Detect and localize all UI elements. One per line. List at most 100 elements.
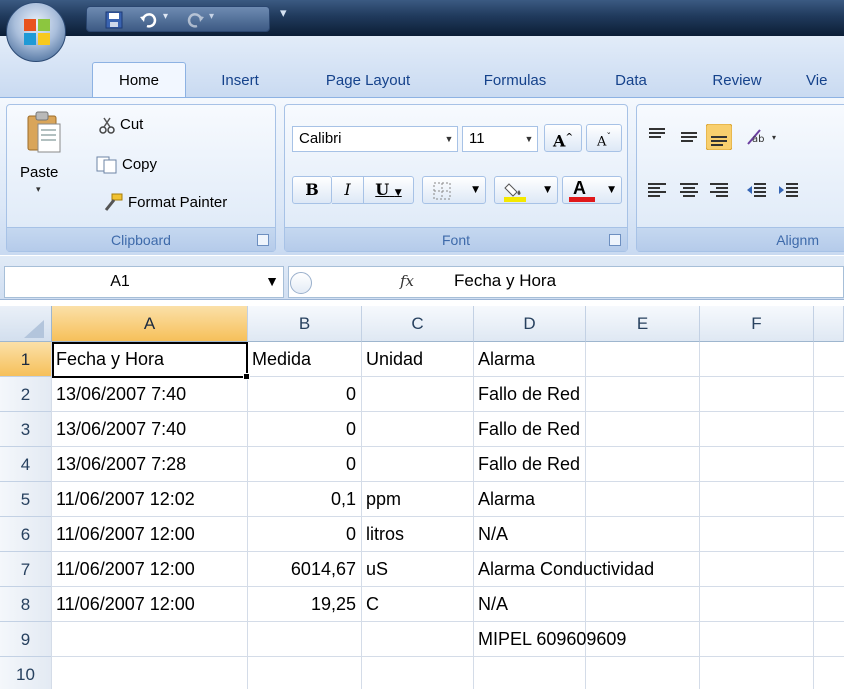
row-header-4[interactable]: 4	[0, 447, 52, 482]
bold-button[interactable]: B	[292, 176, 332, 204]
font-name-combo[interactable]: Calibri ▼	[292, 126, 458, 152]
column-header-f[interactable]: F	[700, 306, 814, 342]
cell-d9[interactable]: MIPEL 609609609	[478, 622, 626, 657]
cell-d2[interactable]: Fallo de Red	[478, 377, 580, 412]
borders-button[interactable]: ▼	[422, 176, 486, 204]
cell-b8[interactable]: 19,25	[248, 587, 356, 622]
font-size-combo[interactable]: 11 ▼	[462, 126, 538, 152]
cell-b3[interactable]: 0	[248, 412, 356, 447]
column-header-g[interactable]	[814, 306, 844, 342]
cell-b2[interactable]: 0	[248, 377, 356, 412]
row-header-1[interactable]: 1	[0, 342, 52, 377]
tab-formulas[interactable]: Formulas	[460, 66, 570, 96]
cell-a4[interactable]: 13/06/2007 7:28	[56, 447, 186, 482]
cell-c1[interactable]: Unidad	[366, 342, 423, 377]
row-header-9[interactable]: 9	[0, 622, 52, 657]
cell-a3[interactable]: 13/06/2007 7:40	[56, 412, 186, 447]
cell-b7[interactable]: 6014,67	[248, 552, 356, 587]
column-header-a[interactable]: A	[52, 306, 248, 342]
font-color-button[interactable]: A ▼	[562, 176, 622, 204]
shrink-font-button[interactable]: Aˇ	[586, 124, 622, 152]
cell-d8[interactable]: N/A	[478, 587, 508, 622]
cell-b5[interactable]: 0,1	[248, 482, 356, 517]
row-header-7[interactable]: 7	[0, 552, 52, 587]
undo-dropdown-icon[interactable]: ▾	[163, 11, 168, 22]
cell-d6[interactable]: N/A	[478, 517, 508, 552]
cell-d7[interactable]: Alarma Conductividad	[478, 552, 654, 587]
tab-insert[interactable]: Insert	[200, 66, 280, 96]
column-header-d[interactable]: D	[474, 306, 586, 342]
align-middle-icon[interactable]	[676, 124, 702, 150]
tab-review[interactable]: Review	[690, 66, 784, 96]
fill-color-button[interactable]: ▼	[494, 176, 558, 204]
tab-view[interactable]: Vie	[806, 66, 844, 96]
cell-a2[interactable]: 13/06/2007 7:40	[56, 377, 186, 412]
align-left-icon[interactable]	[644, 178, 670, 204]
cell-c7[interactable]: uS	[366, 552, 388, 587]
cell-c5[interactable]: ppm	[366, 482, 401, 517]
row-gridline	[52, 656, 844, 657]
cell-a7[interactable]: 11/06/2007 12:00	[56, 552, 195, 587]
copy-button[interactable]: Copy	[122, 156, 157, 173]
row-header-6[interactable]: 6	[0, 517, 52, 552]
italic-button[interactable]: I	[332, 176, 364, 204]
grow-font-button[interactable]: A^	[544, 124, 582, 152]
formula-bar-expand-icon[interactable]	[290, 272, 312, 294]
cell-a8[interactable]: 11/06/2007 12:00	[56, 587, 195, 622]
column-header-e[interactable]: E	[586, 306, 700, 342]
orientation-icon[interactable]: ab ▾	[744, 124, 784, 150]
name-box[interactable]: A1 ▼	[4, 266, 284, 298]
chevron-down-icon: ▼	[608, 185, 615, 195]
row-header-10[interactable]: 10	[0, 657, 52, 689]
undo-icon[interactable]	[139, 11, 157, 29]
formula-input[interactable]	[288, 266, 844, 298]
decrease-indent-icon[interactable]	[744, 178, 770, 204]
increase-indent-icon[interactable]	[776, 178, 802, 204]
fill-handle[interactable]	[243, 373, 250, 380]
office-button[interactable]	[6, 2, 66, 62]
align-bottom-icon[interactable]	[706, 124, 732, 150]
cell-c8[interactable]: C	[366, 587, 379, 622]
cell-c6[interactable]: litros	[366, 517, 404, 552]
cell-d3[interactable]: Fallo de Red	[478, 412, 580, 447]
select-all-button[interactable]	[0, 306, 52, 342]
cell-d1[interactable]: Alarma	[478, 342, 535, 377]
cell-b10[interactable]	[248, 657, 356, 689]
customize-qat-icon[interactable]: ▾	[280, 6, 287, 21]
align-center-icon[interactable]	[676, 178, 702, 204]
cell-b1[interactable]: Medida	[252, 342, 311, 377]
cut-button[interactable]: Cut	[120, 116, 143, 133]
paste-dropdown-icon[interactable]: ▾	[36, 184, 41, 195]
tab-data[interactable]: Data	[598, 66, 664, 96]
row-header-2[interactable]: 2	[0, 377, 52, 412]
cell-a6[interactable]: 11/06/2007 12:00	[56, 517, 195, 552]
cell-b9[interactable]	[248, 622, 356, 657]
cell-b4[interactable]: 0	[248, 447, 356, 482]
align-top-icon[interactable]	[644, 124, 670, 150]
row-header-3[interactable]: 3	[0, 412, 52, 447]
underline-button[interactable]: U ▼	[364, 176, 414, 204]
chevron-down-icon[interactable]: ▼	[265, 273, 279, 289]
paste-icon[interactable]	[26, 110, 62, 154]
paste-button[interactable]: Paste	[20, 164, 58, 181]
row-header-8[interactable]: 8	[0, 587, 52, 622]
redo-icon[interactable]	[187, 11, 205, 29]
copy-icon	[96, 156, 117, 174]
format-painter-button[interactable]: Format Painter	[128, 194, 227, 211]
clipboard-dialog-launcher[interactable]	[257, 234, 269, 246]
tab-page-layout[interactable]: Page Layout	[304, 66, 432, 96]
column-header-b[interactable]: B	[248, 306, 362, 342]
cell-b6[interactable]: 0	[248, 517, 356, 552]
insert-function-icon[interactable]: fx	[400, 272, 414, 290]
row-header-5[interactable]: 5	[0, 482, 52, 517]
column-header-c[interactable]: C	[362, 306, 474, 342]
cell-a5[interactable]: 11/06/2007 12:02	[56, 482, 195, 517]
redo-dropdown-icon[interactable]: ▾	[209, 11, 214, 22]
align-right-icon[interactable]	[706, 178, 732, 204]
save-icon[interactable]	[105, 11, 123, 29]
tab-home[interactable]: Home	[92, 62, 186, 98]
cell-d4[interactable]: Fallo de Red	[478, 447, 580, 482]
name-box-value: A1	[110, 273, 130, 290]
cell-d5[interactable]: Alarma	[478, 482, 535, 517]
font-dialog-launcher[interactable]	[609, 234, 621, 246]
